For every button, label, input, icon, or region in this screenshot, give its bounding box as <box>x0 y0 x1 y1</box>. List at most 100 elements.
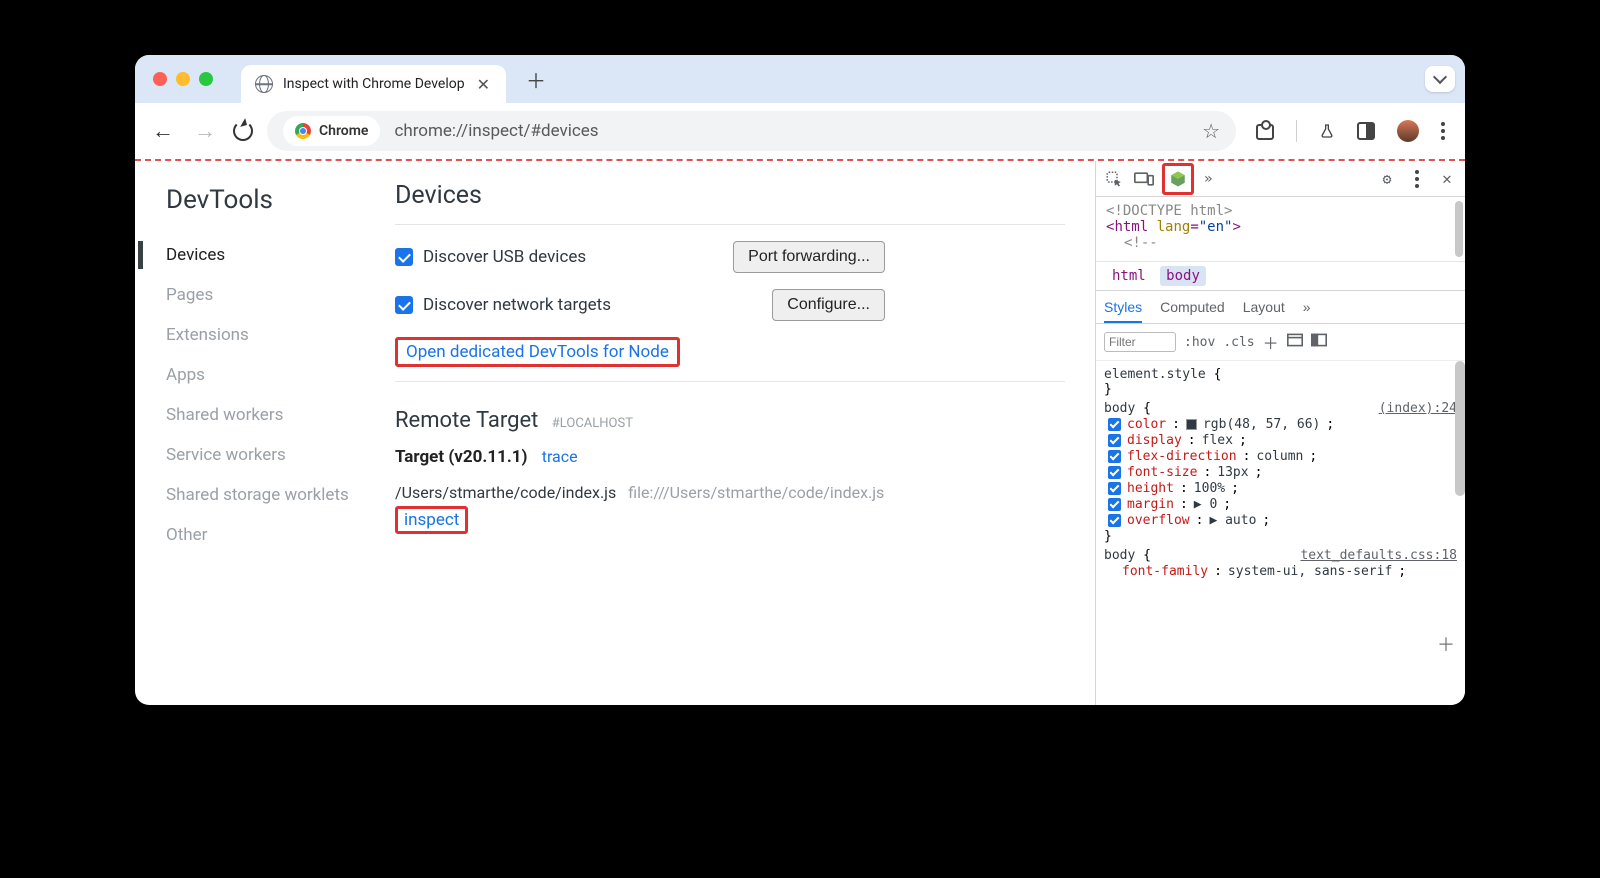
prop-key: margin <box>1127 497 1174 512</box>
devtools-menu-icon[interactable] <box>1405 167 1429 191</box>
discover-network-checkbox[interactable] <box>395 296 413 314</box>
labs-icon[interactable] <box>1319 121 1335 141</box>
new-tab-button[interactable]: ＋ <box>516 65 556 94</box>
discover-usb-checkbox[interactable] <box>395 248 413 266</box>
bookmark-star-icon[interactable]: ☆ <box>1202 119 1220 143</box>
prop-val: flex <box>1202 433 1233 448</box>
inspect-link[interactable]: inspect <box>404 510 459 530</box>
element-style-rule[interactable]: element.style {} <box>1104 367 1457 397</box>
minimize-window-icon[interactable] <box>176 72 190 86</box>
dom-breadcrumb: html body <box>1096 261 1465 290</box>
prop-val: system-ui, sans-serif <box>1228 564 1392 579</box>
elements-source[interactable]: <!DOCTYPE html> <html lang="en"> <!-- <box>1096 197 1465 261</box>
forward-button[interactable]: → <box>191 118 219 144</box>
remote-target-heading: Remote Target #LOCALHOST <box>395 408 1065 433</box>
profile-avatar[interactable] <box>1397 120 1419 142</box>
breadcrumb-html[interactable]: html <box>1106 266 1152 286</box>
inspect-element-icon[interactable] <box>1102 167 1126 191</box>
chevron-down-icon <box>1433 70 1447 84</box>
menu-icon[interactable] <box>1441 122 1445 140</box>
new-style-rule-icon[interactable]: ＋ <box>1263 330 1279 354</box>
sidebar-item-service-workers[interactable]: Service workers <box>166 435 395 475</box>
prop-val: ▶ auto <box>1209 513 1256 528</box>
rule-origin[interactable]: (index):24 <box>1379 401 1457 416</box>
prop-val: rgb(48, 57, 66) <box>1203 417 1320 432</box>
styles-filter-row: :hov .cls ＋ <box>1096 324 1465 361</box>
css-property[interactable]: overflow: ▶ auto; <box>1104 513 1457 528</box>
sidebar-item-shared-storage-worklets[interactable]: Shared storage worklets <box>166 475 395 515</box>
url-text: chrome://inspect/#devices <box>394 121 598 141</box>
toolbar: ← → Chrome chrome://inspect/#devices ☆ <box>135 103 1465 159</box>
configure-button[interactable]: Configure... <box>772 289 885 321</box>
tab-layout[interactable]: Layout <box>1243 299 1285 315</box>
css-property[interactable]: margin: ▶ 0; <box>1104 497 1457 512</box>
body-rule-2[interactable]: text_defaults.css:18 body { font-family:… <box>1104 548 1457 579</box>
chrome-origin-chip[interactable]: Chrome <box>283 116 380 146</box>
scrollbar[interactable] <box>1455 361 1465 496</box>
add-property-icon[interactable]: ＋ <box>1437 631 1455 657</box>
tab-overflow-button[interactable] <box>1425 66 1455 92</box>
rule-origin[interactable]: text_defaults.css:18 <box>1300 548 1457 563</box>
discover-network-row: Discover network targets Configure... <box>395 289 1065 321</box>
more-tabs-button[interactable]: » <box>1200 171 1216 187</box>
sidebar-item-other[interactable]: Other <box>166 515 395 555</box>
sidebar-item-pages[interactable]: Pages <box>166 275 395 315</box>
hov-toggle[interactable]: :hov <box>1184 335 1215 350</box>
property-checkbox[interactable] <box>1108 466 1121 479</box>
open-node-devtools-link[interactable]: Open dedicated DevTools for Node <box>406 342 669 362</box>
close-devtools-icon[interactable]: ✕ <box>1435 167 1459 191</box>
styles-pane[interactable]: element.style {} (index):24 body { color… <box>1096 361 1465 705</box>
breadcrumb-body[interactable]: body <box>1160 266 1206 286</box>
back-button[interactable]: ← <box>149 118 177 144</box>
sidebar-item-apps[interactable]: Apps <box>166 355 395 395</box>
devtools-panel: » ⚙ ✕ <!DOCTYPE html> <html lang="en"> <… <box>1095 161 1465 705</box>
extensions-icon[interactable] <box>1256 122 1274 140</box>
origin-chip-label: Chrome <box>319 123 368 139</box>
tab-styles[interactable]: Styles <box>1104 299 1142 323</box>
body-rule-1[interactable]: (index):24 body { color: rgb(48, 57, 66)… <box>1104 401 1457 544</box>
css-property[interactable]: color: rgb(48, 57, 66); <box>1104 417 1457 432</box>
property-checkbox[interactable] <box>1108 482 1121 495</box>
browser-window: Inspect with Chrome Develop ✕ ＋ ← → Chro… <box>135 55 1465 705</box>
script-path: /Users/stmarthe/code/index.js <box>395 483 616 502</box>
prop-val: column <box>1256 449 1303 464</box>
property-checkbox[interactable] <box>1108 434 1121 447</box>
settings-gear-icon[interactable]: ⚙ <box>1375 167 1399 191</box>
more-tabs-button[interactable]: » <box>1303 299 1311 315</box>
close-window-icon[interactable] <box>153 72 167 86</box>
address-bar[interactable]: Chrome chrome://inspect/#devices ☆ <box>267 111 1236 151</box>
property-checkbox[interactable] <box>1108 450 1121 463</box>
side-panel-icon[interactable] <box>1357 122 1375 140</box>
css-property[interactable]: height: 100%; <box>1104 481 1457 496</box>
sidebar-item-devices[interactable]: Devices <box>166 235 395 275</box>
css-property[interactable]: flex-direction: column; <box>1104 449 1457 464</box>
tab-computed[interactable]: Computed <box>1160 299 1225 315</box>
reload-button[interactable] <box>233 121 253 141</box>
fullscreen-window-icon[interactable] <box>199 72 213 86</box>
html-tag: html <box>1114 219 1148 235</box>
target-label: Target <box>395 447 444 467</box>
browser-tab[interactable]: Inspect with Chrome Develop ✕ <box>241 65 506 103</box>
css-property[interactable]: display: flex; <box>1104 433 1457 448</box>
prop-key: color <box>1127 417 1166 432</box>
styles-filter-input[interactable] <box>1104 332 1176 352</box>
sidebar-item-extensions[interactable]: Extensions <box>166 315 395 355</box>
property-checkbox[interactable] <box>1108 498 1121 511</box>
property-checkbox[interactable] <box>1108 418 1121 431</box>
close-tab-icon[interactable]: ✕ <box>475 75 492 94</box>
trace-link[interactable]: trace <box>542 447 578 466</box>
computed-panel-icon[interactable] <box>1287 333 1303 351</box>
prop-val: ▶ 0 <box>1194 497 1217 512</box>
property-checkbox[interactable] <box>1108 514 1121 527</box>
node-js-icon[interactable] <box>1166 167 1190 191</box>
sidebar-item-shared-workers[interactable]: Shared workers <box>166 395 395 435</box>
port-forwarding-button[interactable]: Port forwarding... <box>733 241 885 273</box>
devices-heading: Devices <box>395 181 1065 210</box>
sidebar-toggle-icon[interactable] <box>1311 333 1327 351</box>
cls-toggle[interactable]: .cls <box>1223 335 1254 350</box>
css-property[interactable]: font-size: 13px; <box>1104 465 1457 480</box>
scrollbar[interactable] <box>1455 201 1463 257</box>
color-swatch-icon[interactable] <box>1186 419 1197 430</box>
target-version: (v20.11.1) <box>448 447 527 467</box>
device-toggle-icon[interactable] <box>1132 167 1156 191</box>
